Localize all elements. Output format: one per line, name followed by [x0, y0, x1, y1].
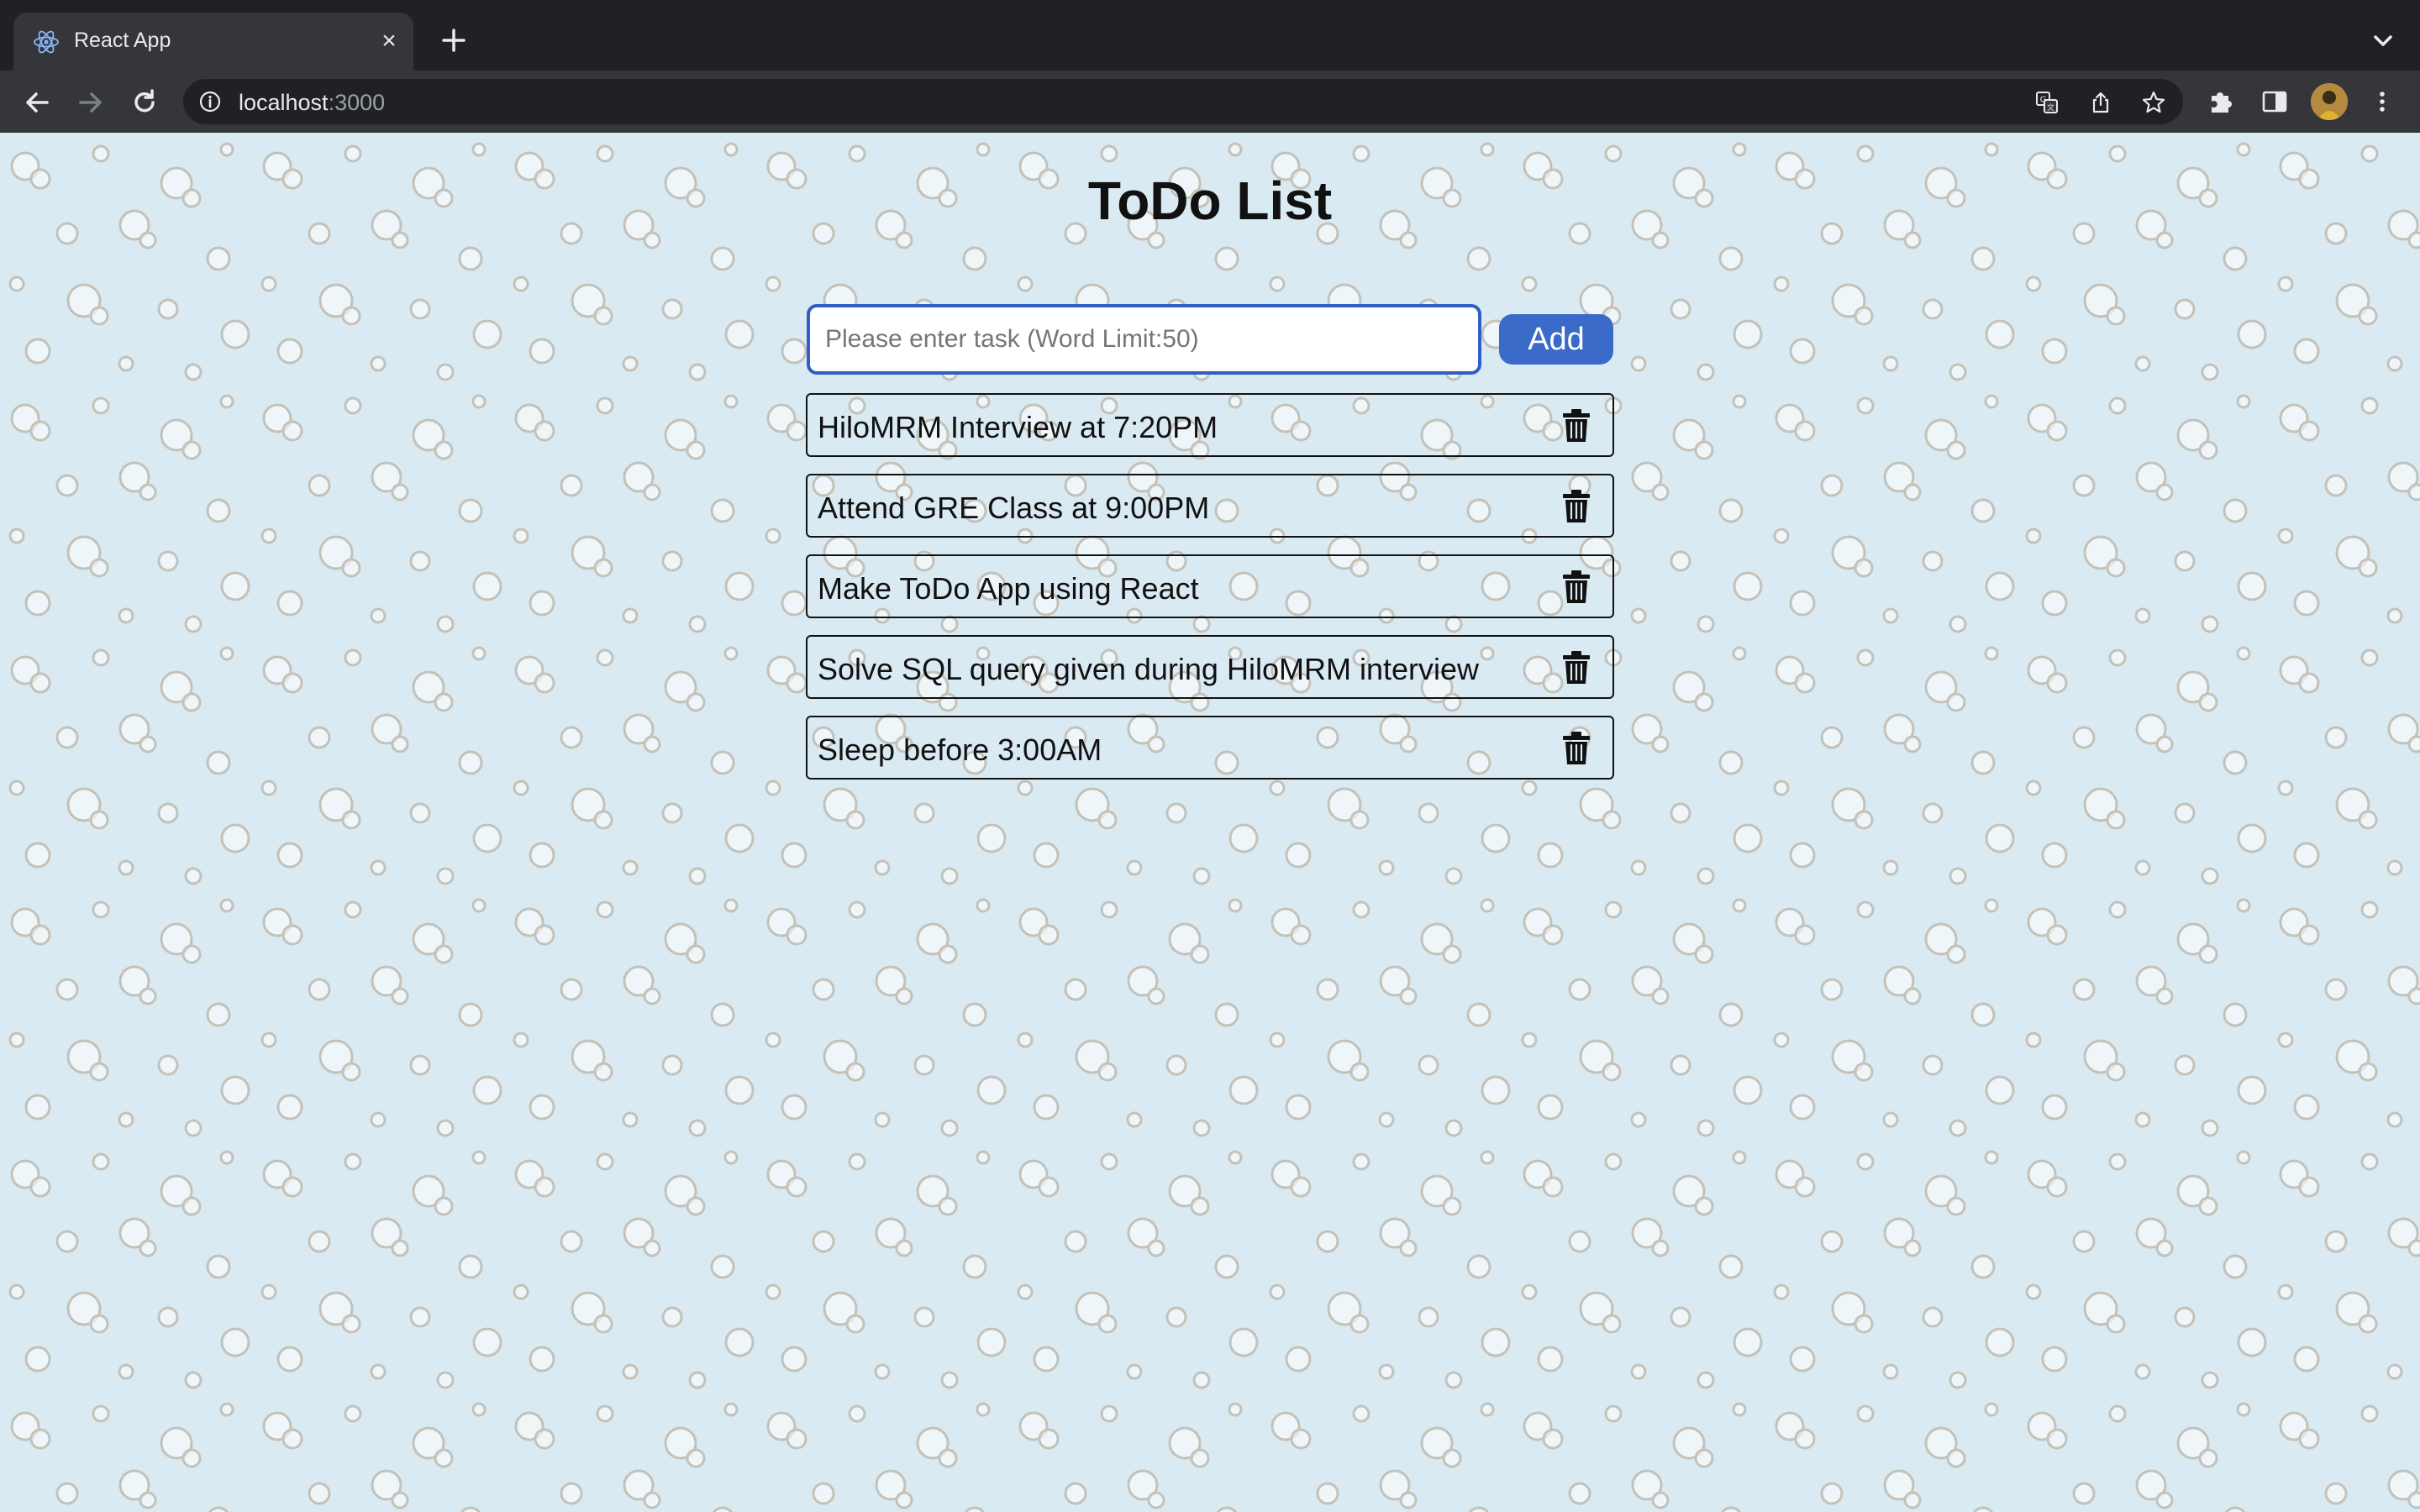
todo-item: Sleep before 3:00AM	[806, 716, 1614, 780]
url-text[interactable]: localhost:3000	[239, 90, 385, 116]
page-viewport: ToDo List Add HiloMRM Interview at 7:20P…	[0, 133, 2420, 1512]
trash-icon[interactable]	[1560, 650, 1592, 685]
arrow-right-icon[interactable]	[74, 86, 108, 119]
todo-app: ToDo List Add HiloMRM Interview at 7:20P…	[0, 133, 2420, 1512]
side-panel-icon[interactable]	[2260, 87, 2289, 116]
arrow-left-icon[interactable]	[20, 86, 54, 119]
star-icon[interactable]	[2141, 90, 2166, 115]
avatar-image	[2311, 83, 2348, 120]
chevron-down-icon[interactable]	[2368, 29, 2398, 54]
todo-item: Attend GRE Class at 9:00PM	[806, 474, 1614, 538]
todo-text: Make ToDo App using React	[818, 571, 1199, 606]
page-title: ToDo List	[1087, 171, 1333, 231]
add-button[interactable]: Add	[1499, 314, 1613, 365]
info-icon[interactable]	[198, 90, 222, 113]
trash-icon[interactable]	[1560, 408, 1592, 444]
close-tab-icon[interactable]: ×	[376, 29, 402, 55]
trash-icon[interactable]	[1560, 570, 1592, 605]
todo-item: Solve SQL query given during HiloMRM int…	[806, 635, 1614, 699]
puzzle-icon[interactable]	[2207, 87, 2235, 116]
svg-text:文: 文	[2047, 102, 2054, 113]
todo-text: Sleep before 3:00AM	[818, 732, 1102, 767]
trash-icon[interactable]	[1560, 489, 1592, 524]
reload-icon[interactable]	[128, 86, 161, 119]
tab-title: React App	[74, 29, 171, 52]
trash-icon[interactable]	[1560, 731, 1592, 766]
tab-strip: React App ×	[0, 0, 2420, 71]
share-icon[interactable]	[2088, 90, 2113, 115]
profile-avatar[interactable]	[2311, 83, 2348, 120]
translate-icon[interactable]: G 文	[2034, 90, 2060, 115]
browser-toolbar: localhost:3000 G 文	[0, 71, 2420, 133]
todo-item: Make ToDo App using React	[806, 554, 1614, 618]
svg-text:G: G	[2040, 96, 2047, 105]
todo-item: HiloMRM Interview at 7:20PM	[806, 393, 1614, 457]
address-bar[interactable]: localhost:3000 G 文	[183, 79, 2183, 124]
react-atom-icon	[34, 30, 59, 54]
browser-tab[interactable]: React App ×	[13, 13, 413, 71]
todo-text: Solve SQL query given during HiloMRM int…	[818, 652, 1479, 686]
kebab-menu-icon[interactable]	[2368, 87, 2396, 116]
plus-icon[interactable]	[439, 25, 469, 55]
task-input[interactable]	[807, 304, 1481, 375]
todo-text: Attend GRE Class at 9:00PM	[818, 491, 1210, 525]
todo-text: HiloMRM Interview at 7:20PM	[818, 410, 1218, 444]
